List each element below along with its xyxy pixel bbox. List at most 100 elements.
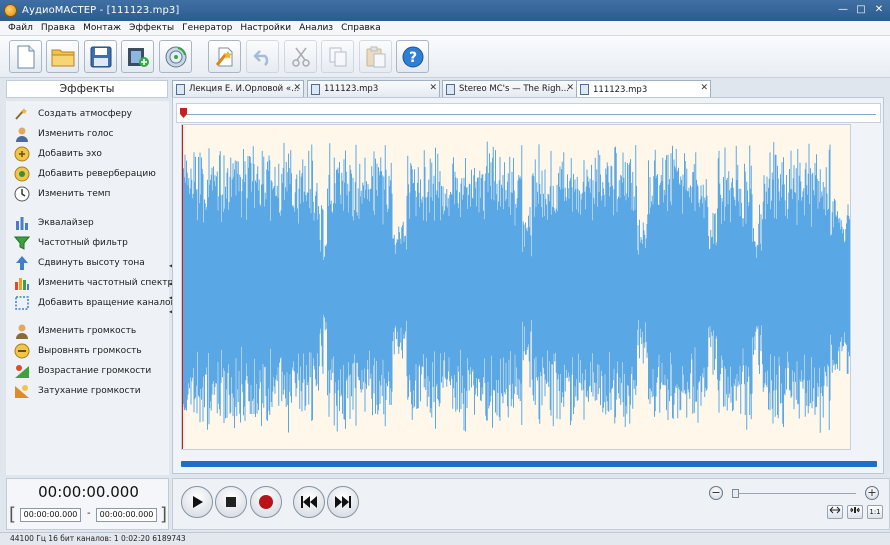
tab-lecture[interactable]: Лекция Е. И.Орловой «... ✕	[172, 80, 304, 97]
window-controls: — □ ✕	[836, 3, 886, 17]
record-icon	[259, 495, 273, 509]
menu-bar: Файл Правка Монтаж Эффекты Генератор Нас…	[0, 21, 890, 36]
bracket-right: ]	[160, 504, 168, 525]
equalizer-icon	[14, 215, 30, 231]
paste-button[interactable]	[359, 40, 392, 73]
voice-icon	[14, 126, 30, 142]
fit-selection-button[interactable]	[847, 505, 863, 519]
scissors-icon	[291, 47, 310, 67]
status-bar: 44100 Гц 16 бит каналов: 1 0:02:20 61897…	[0, 532, 890, 545]
effect-label: Изменить темп	[38, 189, 111, 199]
effect-pitch-shift[interactable]: Сдвинуть высоту тона	[6, 254, 145, 272]
effects-button[interactable]	[208, 40, 241, 73]
forward-button[interactable]	[327, 486, 359, 518]
rewind-button[interactable]	[293, 486, 325, 518]
effect-create-atmosphere[interactable]: Создать атмосферу	[6, 105, 132, 123]
app-logo-icon	[4, 4, 17, 17]
help-button[interactable]: ?	[396, 40, 429, 73]
effect-label: Затухание громкости	[38, 386, 141, 396]
menu-edit[interactable]: Правка	[37, 23, 79, 33]
fade-out-icon	[14, 383, 30, 399]
effect-rotate-channels[interactable]: Добавить вращение каналов	[6, 294, 176, 312]
menu-effects[interactable]: Эффекты	[125, 23, 178, 33]
effect-normalize-volume[interactable]: Выровнять громкость	[6, 342, 142, 360]
tab-111123-first[interactable]: 111123.mp3 ✕	[307, 80, 440, 97]
echo-icon	[14, 146, 30, 162]
disc-record-icon	[165, 46, 186, 67]
new-file-button[interactable]	[9, 40, 42, 73]
new-document-icon	[17, 45, 34, 68]
effect-fade-in[interactable]: Возрастание громкости	[6, 362, 151, 380]
zoom-in-button[interactable]: +	[865, 486, 879, 500]
minimize-button[interactable]: —	[836, 3, 850, 17]
skip-forward-icon	[335, 496, 351, 508]
audio-file-icon	[176, 83, 185, 95]
document-tabs: Лекция Е. И.Орловой «... ✕ 111123.mp3 ✕ …	[172, 80, 890, 98]
close-tab-icon[interactable]: ✕	[566, 83, 574, 93]
close-button[interactable]: ✕	[872, 3, 886, 17]
menu-analysis[interactable]: Анализ	[295, 23, 337, 33]
effect-add-reverb[interactable]: Добавить реверберацию	[6, 165, 156, 183]
menu-help[interactable]: Справка	[337, 23, 385, 33]
horizontal-scrollbar[interactable]	[181, 461, 877, 467]
normalize-icon	[14, 343, 30, 359]
cut-button[interactable]	[284, 40, 317, 73]
effect-fade-out[interactable]: Затухание громкости	[6, 382, 141, 400]
zoom-slider-thumb[interactable]	[732, 489, 739, 498]
effects-panel-header: Эффекты	[6, 80, 168, 98]
waveform-path	[182, 141, 850, 433]
effect-label: Добавить эхо	[38, 149, 102, 159]
timeline-track	[183, 114, 876, 115]
time-panel: 00:00:00.000 [ 00:00:00.000 - 00:00:00.0…	[6, 478, 169, 530]
tab-111123-active[interactable]: 111123.mp3 ✕	[576, 80, 711, 98]
menu-generator[interactable]: Генератор	[178, 23, 236, 33]
effect-label: Сдвинуть высоту тона	[38, 258, 145, 268]
undo-button[interactable]	[246, 40, 279, 73]
save-file-button[interactable]	[84, 40, 117, 73]
tab-label: Stereo MC's — The Righ...	[459, 84, 570, 94]
effect-change-voice[interactable]: Изменить голос	[6, 125, 113, 143]
effect-frequency-filter[interactable]: Частотный фильтр	[6, 234, 128, 252]
skip-back-icon	[301, 496, 317, 508]
effect-label: Создать атмосферу	[38, 109, 132, 119]
close-tab-icon[interactable]: ✕	[429, 83, 437, 93]
waveform-graphic	[182, 141, 850, 433]
close-tab-icon[interactable]: ✕	[700, 83, 708, 93]
svg-text:?: ?	[408, 50, 416, 66]
menu-montage[interactable]: Монтаж	[79, 23, 125, 33]
fit-width-button[interactable]	[827, 505, 843, 519]
open-file-button[interactable]	[46, 40, 79, 73]
effect-equalizer[interactable]: Эквалайзер	[6, 214, 94, 232]
audio-file-icon	[580, 84, 589, 95]
effect-label: Добавить вращение каналов	[38, 298, 176, 308]
play-button[interactable]	[181, 486, 213, 518]
zoom-reset-button[interactable]: 1:1	[867, 505, 883, 519]
playback-cursor	[182, 125, 183, 449]
zoom-out-button[interactable]: −	[709, 486, 723, 500]
effect-change-tempo[interactable]: Изменить темп	[6, 185, 110, 203]
effect-add-echo[interactable]: Добавить эхо	[6, 145, 102, 163]
effect-label: Добавить реверберацию	[38, 169, 156, 179]
menu-file[interactable]: Файл	[4, 23, 37, 33]
volume-icon	[14, 323, 30, 339]
menu-settings[interactable]: Настройки	[236, 23, 295, 33]
add-video-button[interactable]	[121, 40, 154, 73]
stop-button[interactable]	[215, 486, 247, 518]
selection-start-field[interactable]: 00:00:00.000	[20, 508, 81, 522]
effect-change-volume[interactable]: Изменить громкость	[6, 322, 136, 340]
selection-end-field[interactable]: 00:00:00.000	[96, 508, 157, 522]
playhead-marker-icon[interactable]	[180, 108, 187, 118]
tab-stereo-mcs[interactable]: Stereo MC's — The Righ... ✕	[442, 80, 577, 97]
reverb-icon	[14, 166, 30, 182]
effect-frequency-spectrum[interactable]: Изменить частотный спектр	[6, 274, 173, 292]
maximize-button[interactable]: □	[854, 3, 868, 17]
copy-button[interactable]	[321, 40, 354, 73]
timeline-ruler[interactable]	[176, 103, 881, 123]
zoom-slider-track[interactable]	[733, 493, 856, 494]
close-tab-icon[interactable]: ✕	[293, 83, 301, 93]
record-button[interactable]	[159, 40, 192, 73]
expand-horizontal-icon	[829, 506, 841, 514]
waveform-view[interactable]	[181, 124, 851, 450]
record-audio-button[interactable]	[250, 486, 282, 518]
atmosphere-icon	[14, 106, 30, 122]
